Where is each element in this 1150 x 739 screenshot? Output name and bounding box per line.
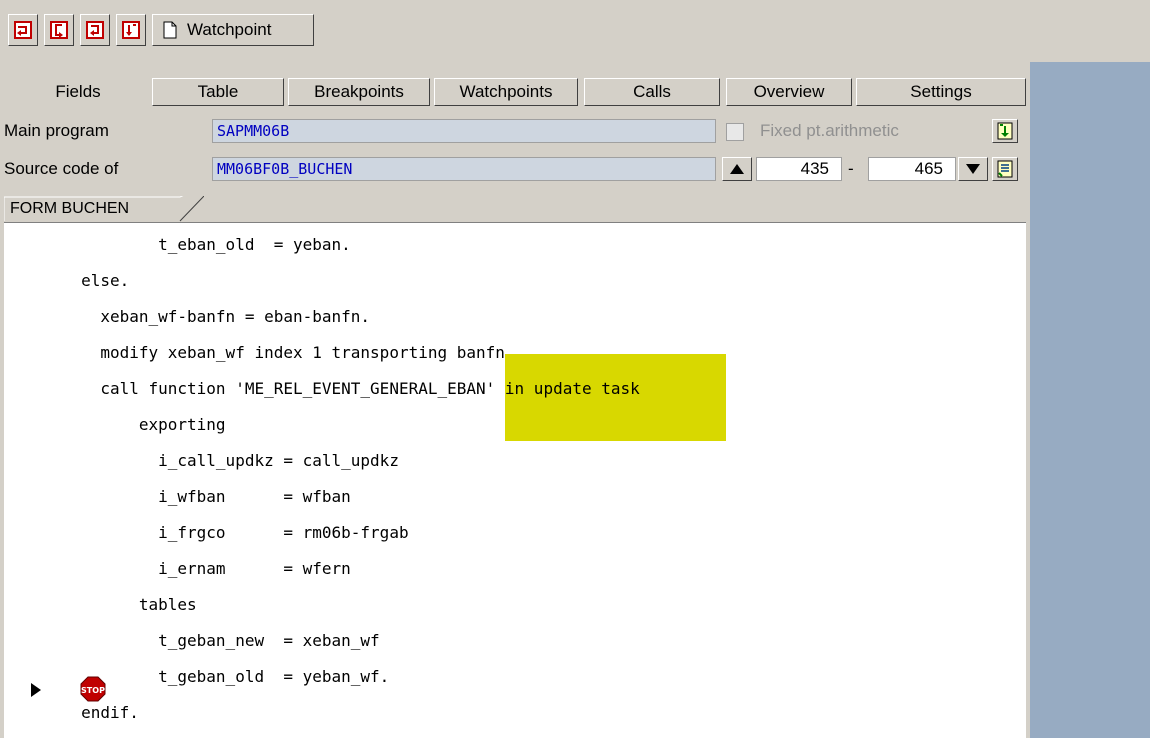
watchpoint-button[interactable]: Watchpoint — [152, 14, 314, 46]
code-line: t_geban_old = yeban_wf. — [4, 667, 390, 686]
return-icon — [86, 21, 104, 39]
tab-table[interactable]: Table — [152, 78, 284, 106]
main-program-row: Main program SAPMM06B Fixed pt.arithmeti… — [0, 118, 1030, 144]
source-details-button[interactable] — [992, 157, 1018, 181]
fixed-pt-label: Fixed pt.arithmetic — [760, 121, 899, 140]
highlighted-text: in update task — [504, 354, 726, 441]
application-toolbar: Watchpoint — [0, 0, 1150, 63]
tab-breakpoints[interactable]: Breakpoints — [288, 78, 430, 106]
program-details-button[interactable] — [992, 119, 1018, 143]
code-line: i_frgco = rm06b-frgab — [4, 523, 409, 542]
tab-strip: Fields Table Breakpoints Watchpoints Cal… — [0, 78, 1030, 106]
line-from-field[interactable]: 435 — [756, 157, 842, 181]
tab-watchpoints[interactable]: Watchpoints — [434, 78, 578, 106]
return-button[interactable] — [80, 14, 110, 46]
continue-button[interactable] — [116, 14, 146, 46]
side-background — [1030, 62, 1150, 738]
code-line: i_call_updkz = call_updkz — [4, 451, 399, 470]
source-code-row: Source code of MM06BF0B_BUCHEN 435 - 465 — [0, 156, 1030, 182]
tab-overview[interactable]: Overview — [726, 78, 852, 106]
code-line-call: call function 'ME_REL_EVENT_GENERAL_EBAN… — [4, 354, 726, 441]
document-list-icon — [997, 160, 1013, 178]
scroll-down-button[interactable] — [958, 157, 988, 181]
document-arrow-icon — [997, 122, 1013, 140]
tab-calls[interactable]: Calls — [584, 78, 720, 106]
code-line: t_geban_new = xeban_wf — [4, 631, 380, 650]
watchpoint-label: Watchpoint — [187, 20, 272, 39]
source-code-field[interactable]: MM06BF0B_BUCHEN — [212, 157, 716, 181]
execute-icon — [50, 21, 68, 39]
triangle-down-icon — [966, 164, 980, 174]
code-line: xeban_wf-banfn = eban-banfn. — [4, 307, 371, 326]
tab-fields[interactable]: Fields — [10, 78, 146, 106]
fixed-pt-checkbox[interactable] — [726, 123, 744, 141]
code-line: t_eban_old = yeban. — [4, 235, 351, 254]
debugger-panel: Fields Table Breakpoints Watchpoints Cal… — [0, 62, 1030, 739]
continue-icon — [122, 21, 140, 39]
code-line-call-text: call function 'ME_REL_EVENT_GENERAL_EBAN… — [4, 379, 505, 398]
code-line: endif. — [4, 703, 139, 722]
source-code-label: Source code of — [4, 159, 119, 178]
code-line: tables — [4, 595, 197, 614]
breakpoint-stop-icon[interactable]: STOP — [80, 676, 106, 702]
code-line: i_wfban = wfban — [4, 487, 351, 506]
tab-settings[interactable]: Settings — [856, 78, 1026, 106]
page-icon — [163, 21, 177, 39]
source-tab[interactable]: FORM BUCHEN — [4, 196, 210, 222]
step-into-button[interactable] — [8, 14, 38, 46]
scroll-up-button[interactable] — [722, 157, 752, 181]
main-program-label: Main program — [4, 121, 109, 140]
execute-button[interactable] — [44, 14, 74, 46]
current-line-arrow-icon — [31, 683, 41, 697]
code-line: i_ernam = wfern — [4, 559, 351, 578]
code-line: modify xeban_wf index 1 transporting ban… — [4, 343, 515, 362]
line-range-dash: - — [848, 159, 854, 178]
source-tab-label: FORM BUCHEN — [10, 200, 130, 217]
step-into-icon — [14, 21, 32, 39]
line-to-field[interactable]: 465 — [868, 157, 956, 181]
triangle-up-icon — [730, 164, 744, 174]
source-code-view[interactable]: t_eban_old = yeban. else. xeban_wf-banfn… — [4, 222, 1026, 739]
code-line: else. — [4, 271, 130, 290]
svg-text:STOP: STOP — [81, 686, 105, 695]
code-line: exporting — [4, 415, 226, 434]
main-program-field[interactable]: SAPMM06B — [212, 119, 716, 143]
